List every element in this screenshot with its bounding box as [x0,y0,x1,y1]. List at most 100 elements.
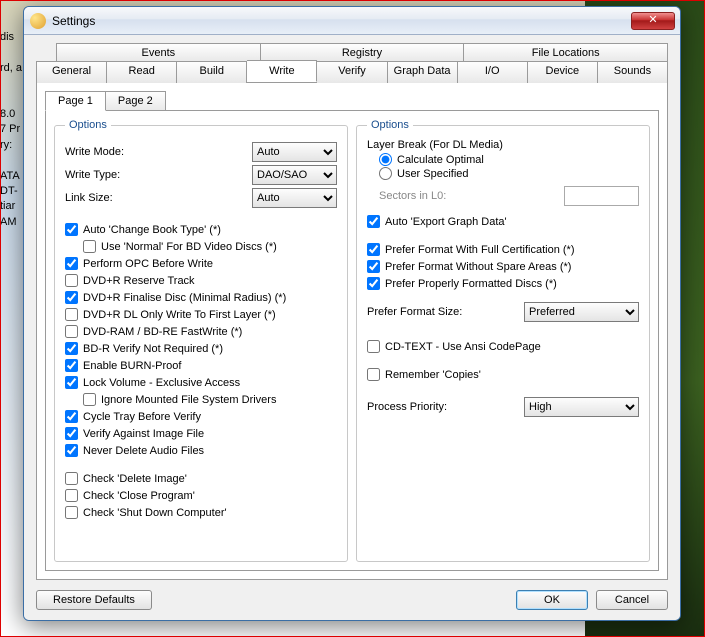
left-option-label: Enable BURN-Proof [83,358,181,374]
remember-copies-check[interactable] [367,368,380,381]
left-option-label: Never Delete Audio Files [83,443,204,459]
tab-graph-data[interactable]: Graph Data [388,61,458,83]
left-option-row: Perform OPC Before Write [65,256,337,272]
left-options-group: Options Write Mode: Auto Write Type: DAO… [54,119,348,562]
background-text: dis rd, a 8.0 7 Pr ry: ATA DT- tiar AM [0,30,22,230]
sectors-input[interactable] [564,186,639,206]
prefer-format-size-label: Prefer Format Size: [367,306,524,318]
left-option-checkbox[interactable] [65,444,78,457]
left-option-checkbox[interactable] [65,325,78,338]
prefer-option-row: Prefer Format With Full Certification (*… [367,242,639,258]
prefer-option-row: Prefer Properly Formatted Discs (*) [367,276,639,292]
tabs-row-bottom: General Read Build Write Verify Graph Da… [36,61,668,83]
process-priority-label: Process Priority: [367,401,524,413]
cdtext-check[interactable] [367,340,380,353]
left-option-row: Verify Against Image File [65,426,337,442]
prefer-option-checkbox[interactable] [367,260,380,273]
auto-export-label: Auto 'Export Graph Data' [385,214,507,230]
left-option-row: DVD+R DL Only Write To First Layer (*) [65,307,337,323]
restore-defaults-button[interactable]: Restore Defaults [36,590,152,610]
left-option-row: BD-R Verify Not Required (*) [65,341,337,357]
left-option-checkbox[interactable] [83,393,96,406]
left-option-checkbox[interactable] [65,308,78,321]
prefer-option-checkbox[interactable] [367,243,380,256]
process-priority-select[interactable]: High [524,397,639,417]
left-option-row: DVD+R Finalise Disc (Minimal Radius) (*) [65,290,337,306]
write-type-select[interactable]: DAO/SAO [252,165,337,185]
left-final-option-row: Check 'Shut Down Computer' [65,505,337,521]
tab-file-locations[interactable]: File Locations [464,43,668,62]
prefer-option-label: Prefer Properly Formatted Discs (*) [385,276,557,292]
footer: Restore Defaults OK Cancel [36,580,668,610]
left-final-option-label: Check 'Delete Image' [83,471,187,487]
left-option-checkbox[interactable] [65,410,78,423]
tab-read[interactable]: Read [107,61,177,83]
left-option-label: Perform OPC Before Write [83,256,213,272]
left-option-label: Auto 'Change Book Type' (*) [83,222,221,238]
tab-body: Page 1 Page 2 Options Write Mode: Auto W… [36,82,668,580]
left-option-row: Use 'Normal' For BD Video Discs (*) [83,239,337,255]
page1: Options Write Mode: Auto Write Type: DAO… [45,110,659,571]
layer-break-radio-label: Calculate Optimal [397,154,484,166]
prefer-format-size-select[interactable]: Preferred [524,302,639,322]
write-mode-select[interactable]: Auto [252,142,337,162]
cancel-button[interactable]: Cancel [596,590,668,610]
left-option-row: Auto 'Change Book Type' (*) [65,222,337,238]
settings-window: Settings ✕ Events Registry File Location… [23,6,681,621]
tab-general[interactable]: General [36,61,107,83]
tab-device[interactable]: Device [528,61,598,83]
layer-break-label: Layer Break (For DL Media) [367,139,639,151]
left-final-option-row: Check 'Delete Image' [65,471,337,487]
left-option-label: DVD-RAM / BD-RE FastWrite (*) [83,324,242,340]
titlebar: Settings ✕ [24,7,680,35]
left-option-row: Enable BURN-Proof [65,358,337,374]
left-option-label: BD-R Verify Not Required (*) [83,341,223,357]
cdtext-label: CD-TEXT - Use Ansi CodePage [385,339,541,355]
tab-io[interactable]: I/O [458,61,528,83]
left-option-row: DVD+R Reserve Track [65,273,337,289]
layer-break-radio-label: User Specified [397,168,469,180]
tab-verify[interactable]: Verify [317,61,387,83]
left-option-label: Lock Volume - Exclusive Access [83,375,240,391]
left-option-checkbox[interactable] [83,240,96,253]
left-option-label: Ignore Mounted File System Drivers [101,392,276,408]
subtab-page2[interactable]: Page 2 [106,91,166,111]
tab-build[interactable]: Build [177,61,247,83]
left-final-option-checkbox[interactable] [65,489,78,502]
remember-copies-label: Remember 'Copies' [385,367,481,383]
left-option-checkbox[interactable] [65,223,78,236]
prefer-option-checkbox[interactable] [367,277,380,290]
left-option-checkbox[interactable] [65,376,78,389]
layer-break-radio-row: User Specified [379,167,639,180]
left-option-row: Lock Volume - Exclusive Access [65,375,337,391]
close-button[interactable]: ✕ [631,12,675,30]
left-option-checkbox[interactable] [65,359,78,372]
link-size-select[interactable]: Auto [252,188,337,208]
tab-events[interactable]: Events [56,43,261,62]
layer-break-radio[interactable] [379,167,392,180]
auto-export-check[interactable] [367,215,380,228]
left-option-checkbox[interactable] [65,257,78,270]
left-final-option-checkbox[interactable] [65,472,78,485]
write-mode-label: Write Mode: [65,146,252,158]
layer-break-radio[interactable] [379,153,392,166]
tab-write[interactable]: Write [247,60,317,82]
left-final-option-checkbox[interactable] [65,506,78,519]
layer-break-radio-row: Calculate Optimal [379,153,639,166]
left-option-label: DVD+R Reserve Track [83,273,195,289]
app-icon [30,13,46,29]
left-option-checkbox[interactable] [65,291,78,304]
ok-button[interactable]: OK [516,590,588,610]
window-content: Events Registry File Locations General R… [24,35,680,620]
window-title: Settings [52,14,631,28]
subtab-page1[interactable]: Page 1 [45,91,106,111]
left-option-label: Cycle Tray Before Verify [83,409,201,425]
left-final-option-label: Check 'Close Program' [83,488,195,504]
left-option-checkbox[interactable] [65,342,78,355]
left-option-checkbox[interactable] [65,427,78,440]
tab-sounds[interactable]: Sounds [598,61,668,83]
left-final-option-label: Check 'Shut Down Computer' [83,505,227,521]
left-option-label: Verify Against Image File [83,426,204,442]
left-final-option-row: Check 'Close Program' [65,488,337,504]
left-option-checkbox[interactable] [65,274,78,287]
